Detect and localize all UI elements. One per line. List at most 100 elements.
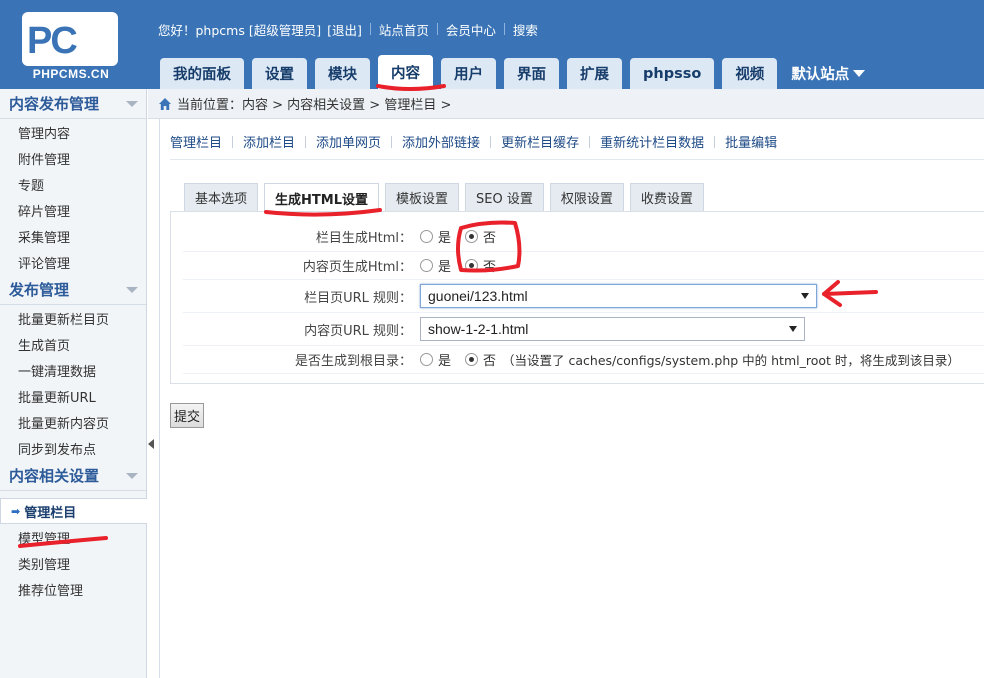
nav-tab-interface[interactable]: 界面: [504, 58, 559, 89]
radio-circle: [420, 353, 433, 366]
sidebar-item[interactable]: 一键清理数据: [0, 357, 146, 383]
dropdown-arrow-icon: [801, 293, 809, 299]
divider: [714, 135, 716, 148]
divider: [436, 23, 438, 35]
nav-tab-extensions[interactable]: 扩展: [567, 58, 622, 89]
field-label: 是否生成到根目录：: [294, 354, 412, 369]
nav-tab-settings[interactable]: 设置: [252, 58, 307, 89]
sidebar-item[interactable]: 推荐位管理: [0, 576, 146, 602]
tab-seo[interactable]: SEO 设置: [465, 183, 544, 211]
tab-template[interactable]: 模板设置: [384, 183, 459, 211]
radio-content-html-yes[interactable]: 是: [420, 256, 451, 275]
sidebar-item[interactable]: 批量更新内容页: [0, 409, 146, 435]
site-selector-label: 默认站点: [791, 67, 850, 83]
sub-nav: 管理栏目 添加栏目 添加单网页 添加外部链接 更新栏目缓存 重新统计栏目数据 批…: [170, 124, 984, 160]
site-selector[interactable]: 默认站点: [785, 58, 871, 89]
tab-charges[interactable]: 收费设置: [629, 183, 704, 211]
member-center-link[interactable]: 会员中心: [446, 20, 496, 39]
subnav-recount-data[interactable]: 重新统计栏目数据: [600, 132, 704, 151]
sidebar-item[interactable]: 生成首页: [0, 331, 146, 357]
form-row-content-html: 内容页生成Html： 是 否: [183, 252, 984, 280]
sidebar-group-header[interactable]: 内容发布管理: [0, 89, 146, 119]
subnav-batch-edit[interactable]: 批量编辑: [725, 132, 777, 151]
subnav-add-single-page[interactable]: 添加单网页: [316, 132, 381, 151]
tab-permissions[interactable]: 权限设置: [549, 183, 624, 211]
field-label: 栏目生成Html：: [315, 231, 412, 246]
chevron-down-icon: [126, 286, 138, 293]
sidebar-item[interactable]: 类别管理: [0, 550, 146, 576]
nav-tab-content[interactable]: 内容: [378, 55, 433, 89]
greeting-text: 您好！phpcms [超级管理员]: [158, 22, 322, 38]
sidebar-group-title: 内容发布管理: [9, 95, 100, 113]
search-link[interactable]: 搜索: [513, 20, 538, 39]
sidebar-item-manage-categories[interactable]: ➡ 管理栏目: [0, 498, 147, 524]
content-url-rule-select[interactable]: show-1-2-1.html: [420, 317, 805, 341]
divider: [305, 135, 307, 148]
sidebar-item[interactable]: 模型管理: [0, 524, 146, 550]
submit-button[interactable]: 提交: [170, 403, 204, 428]
field-label: 栏目页URL 规则：: [304, 290, 412, 306]
field-label: 内容页生成Html：: [302, 260, 412, 275]
sidebar-item[interactable]: 管理内容: [0, 119, 146, 145]
nav-tab-phpsso[interactable]: phpsso: [630, 58, 715, 89]
radio-root-yes[interactable]: 是: [420, 350, 451, 369]
radio-category-html-no[interactable]: 否: [465, 227, 496, 246]
divider: [503, 23, 505, 35]
radio-circle: [420, 259, 433, 272]
nav-tab-dashboard[interactable]: 我的面板: [160, 58, 244, 89]
form-row-category-url-rule: 栏目页URL 规则： guonei/123.html: [183, 280, 984, 313]
radio-label: 是: [438, 231, 452, 246]
subnav-update-cache[interactable]: 更新栏目缓存: [501, 132, 579, 151]
radio-circle-selected: [465, 230, 479, 243]
sidebar-item[interactable]: 评论管理: [0, 249, 146, 275]
chevron-down-icon: [126, 100, 138, 107]
divider: [589, 135, 591, 148]
collapse-sidebar-toggle[interactable]: [148, 438, 158, 450]
top-bar: 您好！phpcms [超级管理员] [退出] 站点首页 会员中心 搜索: [158, 20, 538, 38]
logo[interactable]: PC PHPCMS.CN: [22, 12, 120, 82]
sidebar-group-header[interactable]: 内容相关设置: [0, 461, 146, 491]
sidebar-item[interactable]: 批量更新URL: [0, 383, 146, 409]
sidebar-group-header[interactable]: 发布管理: [0, 275, 146, 305]
sidebar-item[interactable]: 附件管理: [0, 145, 146, 171]
logo-letters: PC: [27, 20, 78, 62]
arrow-right-icon: ➡: [11, 504, 21, 518]
sidebar-item[interactable]: 碎片管理: [0, 197, 146, 223]
sidebar-item[interactable]: 采集管理: [0, 223, 146, 249]
select-value: show-1-2-1.html: [428, 321, 529, 337]
logo-mark: PC: [22, 12, 118, 66]
subnav-add-category[interactable]: 添加栏目: [243, 132, 295, 151]
sidebar-item[interactable]: 同步到发布点: [0, 435, 146, 461]
form-row-category-html: 栏目生成Html： 是 否: [183, 222, 984, 252]
form-row-generate-to-root: 是否生成到根目录： 是 否 （当设置了 caches/configs/syste…: [183, 346, 984, 374]
root-dir-note: （当设置了 caches/configs/system.php 中的 html_…: [502, 353, 960, 368]
sidebar-item[interactable]: 批量更新栏目页: [0, 305, 146, 331]
radio-content-html-no[interactable]: 否: [465, 256, 496, 275]
breadcrumb-text: 当前位置：内容 > 内容相关设置 > 管理栏目 >: [177, 98, 452, 113]
caret-down-icon: [853, 70, 866, 77]
site-home-link[interactable]: 站点首页: [379, 20, 429, 39]
radio-circle: [420, 230, 433, 243]
divider: [391, 135, 393, 148]
caret-left-icon: [148, 439, 154, 449]
nav-tab-modules[interactable]: 模块: [315, 58, 370, 89]
nav-tab-video[interactable]: 视频: [722, 58, 778, 89]
main-nav: 我的面板 设置 模块 内容 用户 界面 扩展 phpsso 视频 默认站点: [160, 55, 879, 89]
select-value: guonei/123.html: [428, 288, 528, 304]
tab-html-settings[interactable]: 生成HTML设置: [264, 183, 379, 212]
breadcrumb: 当前位置：内容 > 内容相关设置 > 管理栏目 >: [148, 89, 984, 119]
sidebar-item[interactable]: 专题: [0, 171, 146, 197]
logo-text: PHPCMS.CN: [32, 67, 110, 81]
logout-link[interactable]: [退出]: [327, 20, 362, 39]
tab-basic[interactable]: 基本选项: [184, 183, 259, 211]
subnav-manage-categories[interactable]: 管理栏目: [170, 132, 222, 151]
subnav-add-external-link[interactable]: 添加外部链接: [402, 132, 480, 151]
field-label: 内容页URL 规则：: [304, 323, 412, 339]
nav-tab-users[interactable]: 用户: [441, 58, 496, 89]
radio-category-html-yes[interactable]: 是: [420, 227, 451, 246]
radio-root-no[interactable]: 否: [465, 350, 496, 369]
sidebar: 内容发布管理 管理内容 附件管理 专题 碎片管理 采集管理 评论管理 发布管理 …: [0, 89, 147, 678]
header: PC PHPCMS.CN 您好！phpcms [超级管理员] [退出] 站点首页…: [0, 0, 984, 89]
category-url-rule-select[interactable]: guonei/123.html: [420, 284, 817, 308]
